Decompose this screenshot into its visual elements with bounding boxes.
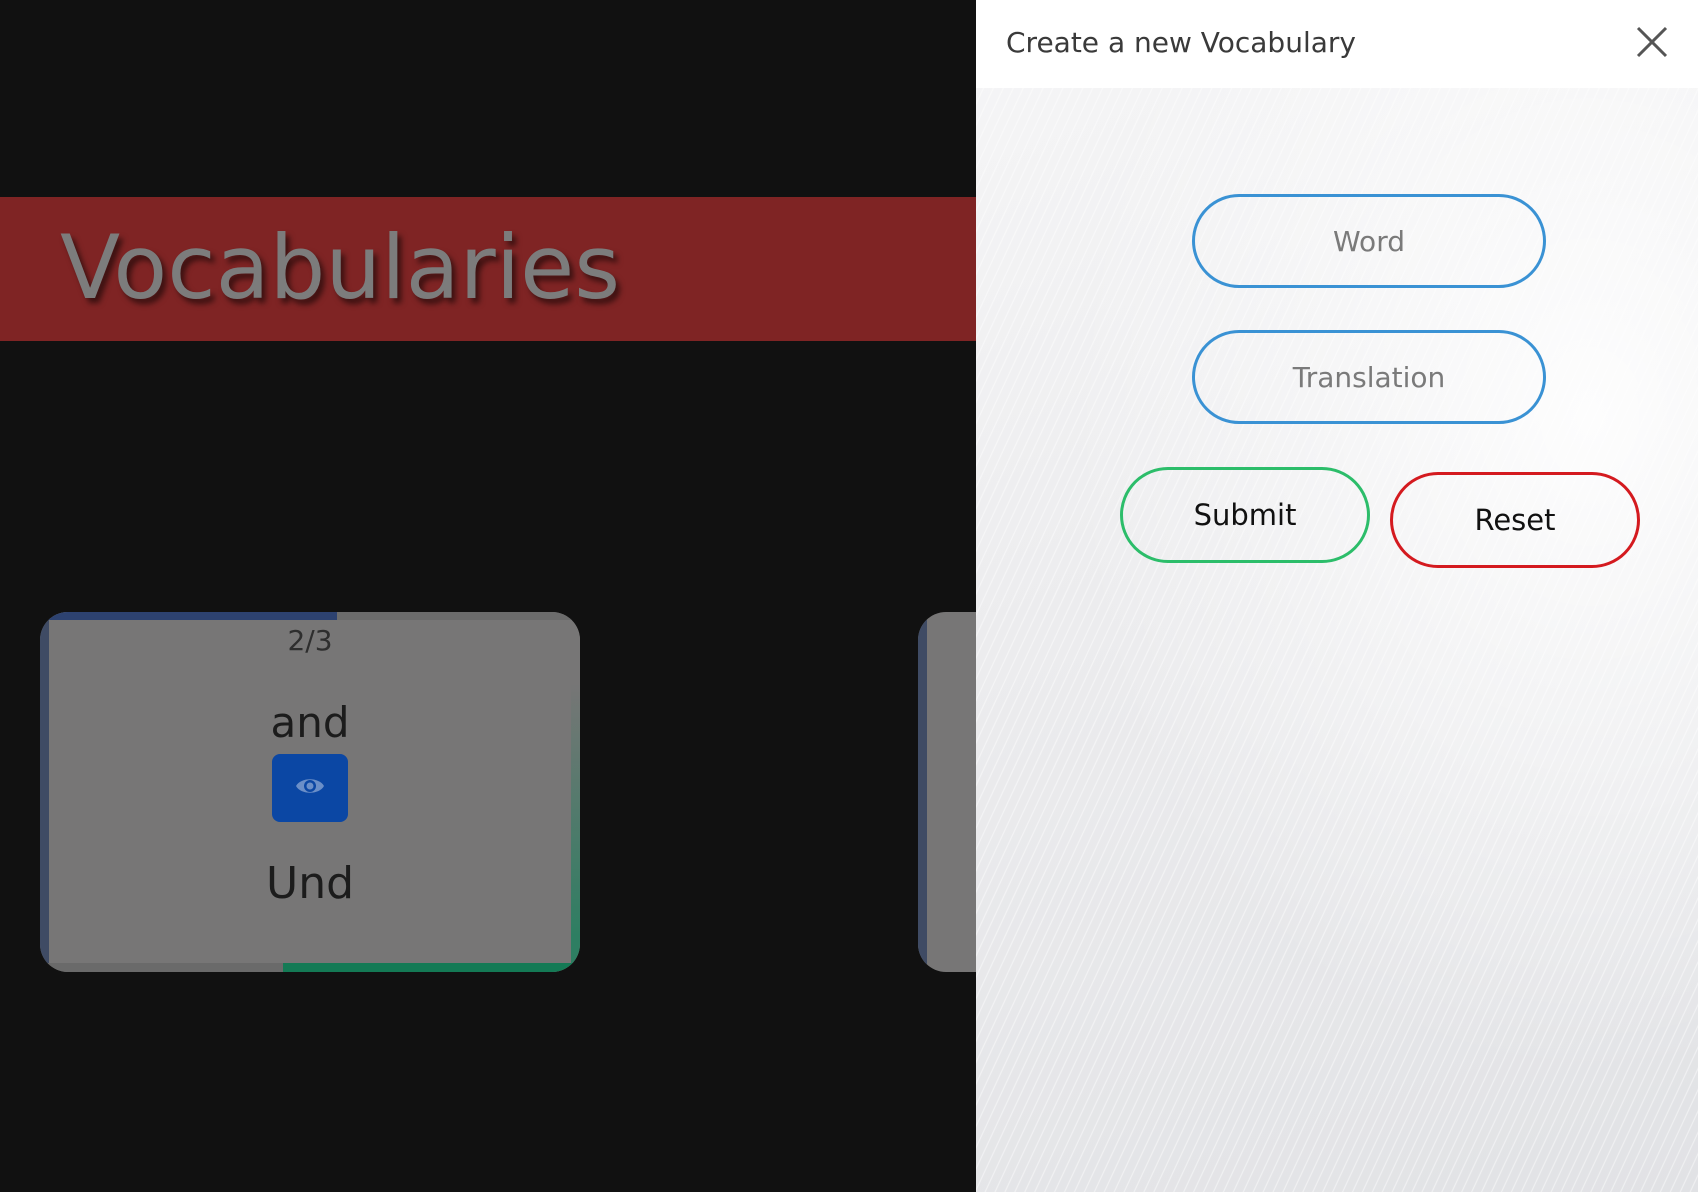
vocabulary-card-next[interactable] xyxy=(918,612,976,972)
submit-button[interactable]: Submit xyxy=(1120,467,1370,563)
translation-input[interactable] xyxy=(1192,330,1546,424)
page-title: Vocabularies xyxy=(60,216,621,319)
panel-header: Create a new Vocabulary xyxy=(976,0,1698,88)
card-counter: 2/3 xyxy=(287,624,333,657)
card-top-progress xyxy=(40,612,337,620)
eye-icon xyxy=(295,775,325,801)
card-right-edge xyxy=(571,612,580,972)
panel-title: Create a new Vocabulary xyxy=(1006,26,1356,59)
create-vocabulary-panel: Create a new Vocabulary Submit Reset xyxy=(976,0,1698,1192)
reset-button[interactable]: Reset xyxy=(1390,472,1640,568)
word-input[interactable] xyxy=(1192,194,1546,288)
app-root: Vocabularies 2/3 and Und Create a new Vo… xyxy=(0,0,1698,1192)
card-word: and xyxy=(270,698,350,747)
close-icon xyxy=(1632,26,1672,66)
card-translation: Und xyxy=(265,858,355,909)
reveal-translation-button[interactable] xyxy=(272,754,348,822)
card-left-edge xyxy=(40,612,49,972)
card-bottom-progress xyxy=(283,963,580,972)
vocabulary-card[interactable]: 2/3 and Und xyxy=(40,612,580,972)
vocabulary-page: Vocabularies 2/3 and Und xyxy=(0,0,976,1192)
close-button[interactable] xyxy=(1632,22,1672,62)
card-left-edge xyxy=(918,612,927,972)
